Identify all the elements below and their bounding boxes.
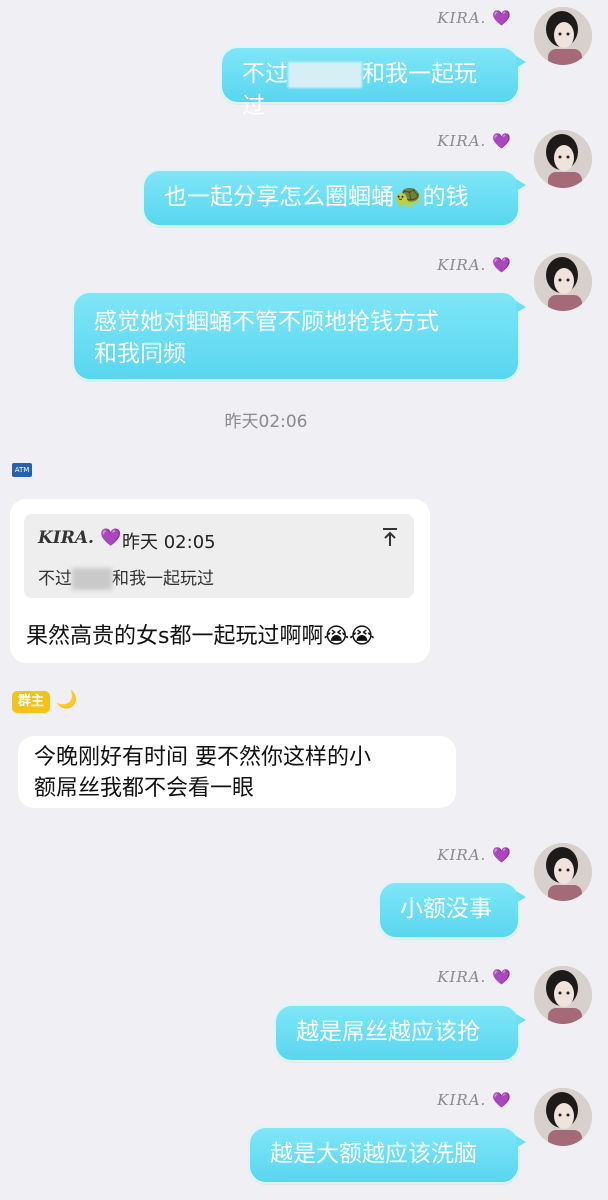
heart-icon: 💜 (492, 1091, 512, 1109)
message-text: 和我同频 (94, 341, 186, 367)
avatar-portrait-icon (534, 253, 592, 311)
message-text: 越是大额越应该洗脑 (270, 1141, 477, 1167)
heart-icon: 💜 (492, 256, 512, 274)
quoted-time: 昨天 02:05 (122, 532, 216, 553)
message-text: 额屌丝我都不会看一眼 (34, 776, 255, 801)
redacted-block (288, 61, 362, 88)
redacted-block (72, 568, 112, 590)
message-text: 小额没事 (400, 896, 492, 922)
avatar[interactable] (534, 843, 592, 901)
owner-badge: 群主 (12, 691, 50, 713)
reply-text: 果然高贵的女s都一起玩过啊啊😭😭 (26, 624, 375, 649)
avatar-portrait-icon (534, 966, 592, 1024)
avatar-portrait-icon (534, 7, 592, 65)
message-bubble[interactable]: 越是大额越应该洗脑 (248, 1126, 526, 1184)
quoted-message[interactable]: KIRA. 💜 昨天 02:05 不过 和我一起玩过 (24, 514, 414, 598)
message-bubble[interactable]: 越是屌丝越应该抢 (274, 1004, 526, 1062)
message-text: 感觉她对蝈蛹不管不顾地抢钱方式 (94, 309, 439, 335)
avatar-portrait-icon (534, 1088, 592, 1146)
sender-nickname: KIRA. 💜 (437, 968, 512, 986)
jump-to-top-icon[interactable] (380, 526, 400, 548)
message-bubble[interactable]: 感觉她对蝈蛹不管不顾地抢钱方式 和我同频 (72, 291, 526, 381)
heart-icon: 💜 (492, 846, 512, 864)
sender-nickname: KIRA. 💜 (437, 132, 512, 150)
turtle-icon: 🐢 (394, 184, 423, 210)
sender-nickname: KIRA. 💜 (437, 256, 512, 274)
message-text: 的钱 (422, 184, 469, 210)
message-text: 越是屌丝越应该抢 (296, 1019, 480, 1045)
avatar[interactable] (534, 130, 592, 188)
message-text: 也一起分享怎么圈蝈蛹 (164, 184, 394, 210)
avatar[interactable] (534, 966, 592, 1024)
quoted-text: 不过 和我一起玩过 (38, 568, 214, 590)
message-bubble[interactable]: 小额没事 (378, 881, 526, 939)
sender-nickname: KIRA. 💜 (437, 846, 512, 864)
sender-nickname: KIRA. 💜 (437, 1091, 512, 1109)
message-text: 今晚刚好有时间 要不然你这样的小 (34, 745, 371, 770)
message-bubble[interactable]: 也一起分享怎么圈蝈蛹🐢的钱 (142, 169, 526, 227)
user-level-icon[interactable]: ATM (12, 463, 32, 477)
avatar[interactable] (534, 1088, 592, 1146)
avatar-portrait-icon (534, 130, 592, 188)
sender-nickname: KIRA. 💜 (437, 9, 512, 27)
timestamp: 昨天02:06 (224, 412, 308, 432)
message-text: 不过 (242, 61, 288, 87)
crying-face-icon: 😭😭 (323, 624, 375, 649)
heart-icon: 💜 (492, 968, 512, 986)
message-bubble[interactable]: 今晚刚好有时间 要不然你这样的小 额屌丝我都不会看一眼 (18, 736, 456, 808)
message-bubble[interactable]: 不过 和我一起玩过 (220, 46, 526, 119)
avatar[interactable] (534, 253, 592, 311)
heart-icon: 💜 (99, 528, 122, 548)
heart-icon: 💜 (492, 9, 512, 27)
avatar-portrait-icon (534, 843, 592, 901)
moon-icon: 🌙 (56, 690, 78, 710)
quoted-nickname: KIRA. 💜 (38, 528, 122, 548)
heart-icon: 💜 (492, 132, 512, 150)
avatar[interactable] (534, 7, 592, 65)
